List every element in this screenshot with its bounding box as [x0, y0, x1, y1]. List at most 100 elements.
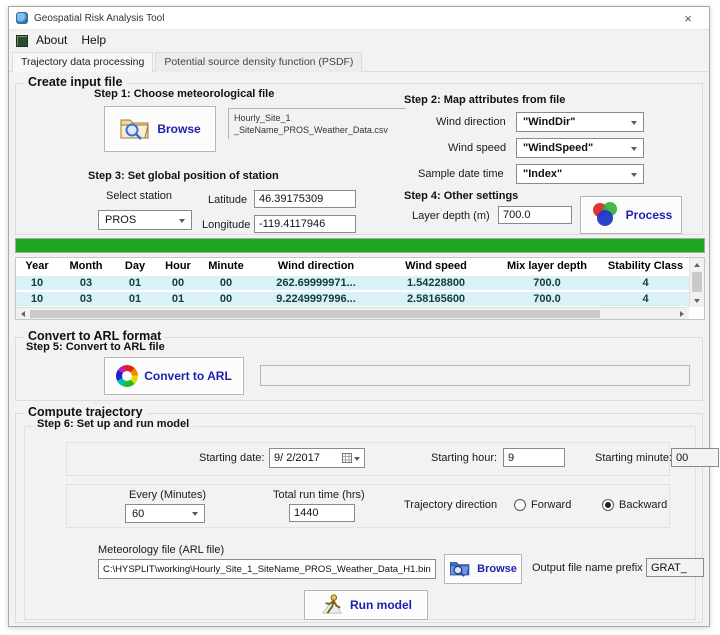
menu-help[interactable]: Help	[78, 31, 115, 50]
table-header-row: Year Month Day Hour Minute Wind directio…	[16, 258, 689, 273]
wind-direction-value: "WindDir"	[523, 116, 576, 128]
tab-psdf[interactable]: Potential source density function (PSDF)	[155, 52, 362, 72]
starting-hour-label: Starting hour:	[431, 452, 497, 464]
col-month: Month	[58, 258, 114, 273]
scroll-down-icon[interactable]	[690, 294, 704, 307]
output-prefix-field[interactable]	[646, 558, 704, 577]
create-input-file-group: Create input file Step 1: Choose meteoro…	[15, 83, 703, 235]
convert-progress-bar	[260, 365, 690, 386]
calendar-icon	[342, 453, 352, 463]
step6-title: Step 6: Set up and run model	[33, 418, 193, 430]
run-model-label: Run model	[350, 598, 412, 612]
col-wind-speed: Wind speed	[380, 258, 492, 273]
wind-direction-label: Wind direction	[436, 116, 506, 128]
latitude-label: Latitude	[208, 194, 247, 206]
col-minute: Minute	[200, 258, 252, 273]
run-settings-panel: Every (Minutes) 60 Total run time (hrs) …	[66, 484, 670, 528]
forward-radio-label: Forward	[531, 499, 571, 511]
browse-met-file-button[interactable]: Browse	[104, 106, 216, 152]
col-year: Year	[16, 258, 58, 273]
table-row[interactable]: 10 03 01 00 00 262.69999971... 1.5422880…	[16, 276, 689, 290]
processing-progress-bar	[15, 238, 705, 253]
station-value: PROS	[105, 214, 136, 226]
layer-depth-label: Layer depth (m)	[412, 210, 490, 222]
tab-strip: Trajectory data processing Potential sou…	[9, 51, 709, 72]
wind-direction-select[interactable]: "WindDir"	[516, 112, 644, 132]
starting-minute-field[interactable]	[671, 448, 719, 467]
compute-trajectory-title: Compute trajectory	[24, 405, 147, 419]
chevron-down-icon	[631, 147, 637, 154]
table-vertical-scrollbar[interactable]	[689, 258, 704, 307]
starting-date-label: Starting date:	[199, 452, 264, 464]
starting-hour-field[interactable]	[503, 448, 565, 467]
met-file-field[interactable]	[98, 559, 436, 579]
step5-title: Step 5: Convert to ARL file	[26, 341, 165, 353]
app-icon	[16, 12, 28, 24]
col-day: Day	[114, 258, 156, 273]
chevron-down-icon	[179, 219, 185, 226]
met-file-label: Meteorology file (ARL file)	[98, 544, 224, 556]
station-select[interactable]: PROS	[98, 210, 192, 230]
menu-about[interactable]: About	[33, 31, 76, 50]
folder-search-icon	[119, 115, 151, 144]
total-run-time-field[interactable]	[289, 504, 355, 522]
wind-speed-label: Wind speed	[448, 142, 506, 154]
layer-depth-field[interactable]	[498, 206, 572, 224]
process-button[interactable]: Process	[580, 196, 682, 234]
forward-radio[interactable]	[514, 499, 526, 511]
start-time-panel: Starting date: 9/ 2/2017 Starting hour: …	[66, 442, 670, 476]
run-model-button[interactable]: Run model	[304, 590, 428, 620]
select-station-label: Select station	[106, 190, 172, 202]
convert-to-arl-label: Convert to ARL	[144, 369, 232, 383]
latitude-field[interactable]	[254, 190, 356, 208]
backward-radio-label: Backward	[619, 499, 667, 511]
horizontal-scroll-thumb[interactable]	[30, 310, 600, 318]
col-wind-direction: Wind direction	[252, 258, 380, 273]
every-minutes-value: 60	[132, 508, 144, 520]
output-prefix-label: Output file name prefix	[532, 562, 643, 574]
selected-file-name: Hourly_Site_1 _SiteName_PROS_Weather_Dat…	[228, 108, 406, 139]
starting-date-value: 9/ 2/2017	[274, 452, 320, 464]
col-hour: Hour	[156, 258, 200, 273]
chevron-down-icon	[631, 173, 637, 180]
vertical-scroll-thumb[interactable]	[692, 272, 702, 292]
backward-radio[interactable]	[602, 499, 614, 511]
scroll-up-icon[interactable]	[690, 258, 704, 271]
convert-arl-group: Convert to ARL format Step 5: Convert to…	[15, 337, 703, 401]
menu-bar: About Help	[9, 29, 709, 51]
window-title: Geospatial Risk Analysis Tool	[34, 13, 164, 24]
convert-to-arl-button[interactable]: Convert to ARL	[104, 357, 244, 395]
longitude-field[interactable]	[254, 215, 356, 233]
sample-datetime-select[interactable]: "Index"	[516, 164, 644, 184]
weather-data-table[interactable]: Year Month Day Hour Minute Wind directio…	[15, 257, 705, 320]
col-stability-class: Stability Class	[602, 258, 689, 273]
scroll-right-icon[interactable]	[675, 308, 689, 319]
browse-met-file-label: Browse	[157, 122, 200, 136]
runner-icon	[320, 593, 344, 618]
about-menu-icon	[16, 35, 28, 47]
close-button[interactable]: ×	[674, 8, 702, 28]
every-minutes-select[interactable]: 60	[125, 504, 205, 523]
app-window: Geospatial Risk Analysis Tool × About He…	[8, 6, 710, 627]
browse-arl-label: Browse	[477, 563, 517, 575]
sample-datetime-value: "Index"	[523, 168, 562, 180]
starting-minute-label: Starting minute:	[595, 452, 672, 464]
step4-title: Step 4: Other settings	[404, 190, 518, 202]
folder-search-icon	[449, 559, 471, 580]
table-row[interactable]: 10 03 01 01 00 9.2249997996... 2.5816560…	[16, 292, 689, 306]
sample-datetime-label: Sample date time	[418, 168, 504, 180]
total-run-time-label: Total run time (hrs)	[273, 489, 365, 501]
starting-date-picker[interactable]: 9/ 2/2017	[269, 448, 365, 468]
longitude-label: Longitude	[202, 219, 250, 231]
create-input-file-title: Create input file	[24, 75, 126, 89]
title-bar: Geospatial Risk Analysis Tool ×	[9, 7, 709, 29]
scroll-left-icon[interactable]	[16, 308, 30, 319]
browse-arl-button[interactable]: Browse	[444, 554, 522, 584]
rgb-circles-icon	[590, 200, 620, 231]
table-horizontal-scrollbar[interactable]	[16, 307, 689, 319]
step1-title: Step 1: Choose meteorological file	[94, 88, 274, 100]
process-label: Process	[626, 208, 673, 222]
tab-trajectory-data-processing[interactable]: Trajectory data processing	[12, 52, 153, 72]
wind-speed-select[interactable]: "WindSpeed"	[516, 138, 644, 158]
step2-title: Step 2: Map attributes from file	[404, 94, 565, 106]
